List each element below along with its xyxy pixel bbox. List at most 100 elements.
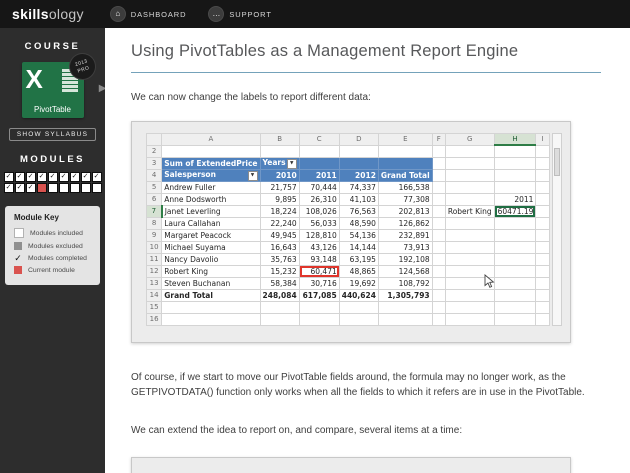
module-checkbox-12[interactable]: ✓ bbox=[26, 183, 36, 193]
cell-B14: 248,084 bbox=[260, 289, 299, 301]
col-header-H: H bbox=[494, 133, 536, 145]
module-checkbox-7[interactable]: ✓ bbox=[70, 172, 80, 182]
cell-H16 bbox=[494, 313, 536, 325]
cell-B13: 58,384 bbox=[260, 277, 299, 289]
module-checkbox-3[interactable]: ✓ bbox=[26, 172, 36, 182]
col-header-B: B bbox=[260, 133, 299, 145]
cell-H10 bbox=[494, 241, 536, 253]
cell-E14: 1,305,793 bbox=[378, 289, 432, 301]
cell-A13: Steven Buchanan bbox=[162, 277, 260, 289]
cell-I15 bbox=[536, 301, 549, 313]
module-grid: ✓✓✓✓✓✓✓✓✓✓✓✓ bbox=[4, 172, 102, 193]
module-checkbox-18[interactable] bbox=[92, 183, 102, 193]
cell-F15 bbox=[432, 301, 445, 313]
module-checkbox-1[interactable]: ✓ bbox=[4, 172, 14, 182]
row-header-6: 6 bbox=[147, 193, 162, 205]
top-bar: skillsology ⌂ DASHBOARD … SUPPORT bbox=[0, 0, 630, 28]
row-header-2: 2 bbox=[147, 145, 162, 157]
row-header-3: 3 bbox=[147, 157, 162, 169]
module-checkbox-2[interactable]: ✓ bbox=[15, 172, 25, 182]
cell-C6: 26,310 bbox=[299, 193, 339, 205]
cell-G6 bbox=[445, 193, 494, 205]
row-header-7: 7 bbox=[147, 205, 162, 217]
cell-D11: 63,195 bbox=[339, 253, 378, 265]
cell-C10: 43,126 bbox=[299, 241, 339, 253]
cell-D4: 2012 bbox=[339, 169, 378, 181]
row-header-9: 9 bbox=[147, 229, 162, 241]
cell-I10 bbox=[536, 241, 549, 253]
col-header-E: E bbox=[378, 133, 432, 145]
current-swatch-icon bbox=[14, 266, 22, 274]
module-checkbox-14[interactable] bbox=[48, 183, 58, 193]
cell-H6: 2011 bbox=[494, 193, 536, 205]
nav-support[interactable]: … SUPPORT bbox=[208, 6, 271, 22]
logo-text-light: ology bbox=[49, 6, 84, 22]
row-header-15: 15 bbox=[147, 301, 162, 313]
col-header-C: C bbox=[299, 133, 339, 145]
cell-I16 bbox=[536, 313, 549, 325]
cell-F3 bbox=[432, 157, 445, 169]
col-header-G: G bbox=[445, 133, 494, 145]
cell-I12 bbox=[536, 265, 549, 277]
row-header-8: 8 bbox=[147, 217, 162, 229]
module-checkbox-16[interactable] bbox=[70, 183, 80, 193]
cell-B5: 21,757 bbox=[260, 181, 299, 193]
show-syllabus-button[interactable]: SHOW SYLLABUS bbox=[9, 128, 96, 141]
cell-B12: 15,232 bbox=[260, 265, 299, 277]
course-tile[interactable]: X PivotTable 2013 PRO ▶ bbox=[22, 62, 84, 118]
module-checkbox-9[interactable]: ✓ bbox=[92, 172, 102, 182]
cell-G7: Robert King bbox=[445, 205, 494, 217]
cell-F14 bbox=[432, 289, 445, 301]
module-checkbox-6[interactable]: ✓ bbox=[59, 172, 69, 182]
cell-D13: 19,692 bbox=[339, 277, 378, 289]
cell-H9 bbox=[494, 229, 536, 241]
cell-A14: Grand Total bbox=[162, 289, 260, 301]
cell-E3 bbox=[378, 157, 432, 169]
row-header-5: 5 bbox=[147, 181, 162, 193]
cell-F8 bbox=[432, 217, 445, 229]
cell-G8 bbox=[445, 217, 494, 229]
cell-A12: Robert King bbox=[162, 265, 260, 277]
cell-A6: Anne Dodsworth bbox=[162, 193, 260, 205]
module-checkbox-5[interactable]: ✓ bbox=[48, 172, 58, 182]
mouse-cursor-icon bbox=[484, 274, 496, 294]
cell-D16 bbox=[339, 313, 378, 325]
module-key-label: Modules excluded bbox=[28, 243, 83, 250]
cell-D10: 14,144 bbox=[339, 241, 378, 253]
cell-F9 bbox=[432, 229, 445, 241]
row-header-11: 11 bbox=[147, 253, 162, 265]
cell-C5: 70,444 bbox=[299, 181, 339, 193]
module-checkbox-11[interactable]: ✓ bbox=[15, 183, 25, 193]
cell-I9 bbox=[536, 229, 549, 241]
cell-C12: 60,471 bbox=[299, 265, 339, 277]
module-checkbox-13[interactable] bbox=[37, 183, 47, 193]
cell-F2 bbox=[432, 145, 445, 157]
module-checkbox-15[interactable] bbox=[59, 183, 69, 193]
cell-H7: 60471.19 bbox=[494, 205, 536, 217]
module-key-item: Current module bbox=[14, 266, 91, 274]
sheet-scrollbar-thumb bbox=[554, 148, 560, 176]
cell-G11 bbox=[445, 253, 494, 265]
module-checkbox-4[interactable]: ✓ bbox=[37, 172, 47, 182]
cell-E13: 108,792 bbox=[378, 277, 432, 289]
nav-dashboard[interactable]: ⌂ DASHBOARD bbox=[110, 6, 187, 22]
course-title: PivotTable bbox=[22, 105, 84, 118]
lesson-screenshot-2 bbox=[131, 457, 571, 473]
course-heading: COURSE bbox=[0, 41, 105, 52]
sidebar: COURSE X PivotTable 2013 PRO ▶ SHOW SYLL… bbox=[0, 28, 105, 473]
cell-F4 bbox=[432, 169, 445, 181]
skillsology-logo[interactable]: skillsology bbox=[12, 6, 84, 22]
cell-I3 bbox=[536, 157, 549, 169]
cell-I14 bbox=[536, 289, 549, 301]
module-checkbox-8[interactable]: ✓ bbox=[81, 172, 91, 182]
lesson-paragraph-1: We can now change the labels to report d… bbox=[131, 90, 601, 106]
row-header-16: 16 bbox=[147, 313, 162, 325]
module-checkbox-10[interactable]: ✓ bbox=[4, 183, 14, 193]
cell-E9: 232,891 bbox=[378, 229, 432, 241]
logo-text-bold: skills bbox=[12, 6, 49, 22]
cell-A4: Salesperson▼ bbox=[162, 169, 260, 181]
cell-E11: 192,108 bbox=[378, 253, 432, 265]
module-checkbox-17[interactable] bbox=[81, 183, 91, 193]
cell-B2 bbox=[260, 145, 299, 157]
cell-G9 bbox=[445, 229, 494, 241]
